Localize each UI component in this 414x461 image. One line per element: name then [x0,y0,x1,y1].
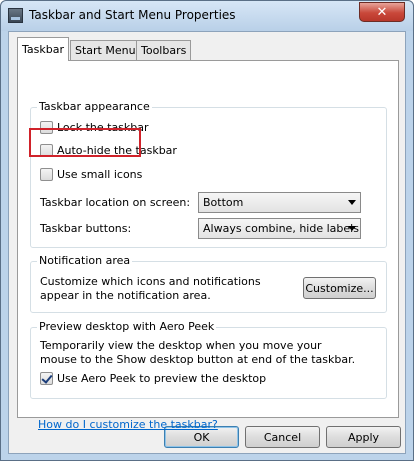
aero-peek-checkbox[interactable] [40,372,53,385]
aero-peek-description: Temporarily view the desktop when you mo… [40,339,356,366]
notification-area-group: Notification area Customize which icons … [30,254,387,313]
taskbar-buttons-value: Always combine, hide labels [203,222,359,235]
small-icons-checkbox[interactable] [40,168,53,181]
lock-taskbar-label: Lock the taskbar [57,121,149,134]
autohide-taskbar-checkbox[interactable] [40,144,53,157]
help-link[interactable]: How do I customize the taskbar? [38,418,218,431]
taskbar-appearance-group: Taskbar appearance Lock the taskbar Auto… [30,100,387,248]
taskbar-location-value: Bottom [203,196,244,209]
close-icon: ✕ [376,4,388,20]
taskbar-tab-panel: Taskbar appearance Lock the taskbar Auto… [17,60,399,431]
apply-button[interactable]: Apply [326,426,401,448]
cancel-button[interactable]: Cancel [245,426,320,448]
buttons-label: Taskbar buttons: [40,222,132,235]
dialog-client: Taskbar Start Menu Toolbars Taskbar appe… [8,31,406,454]
tab-taskbar[interactable]: Taskbar [17,37,69,61]
aero-peek-group: Preview desktop with Aero Peek Temporari… [30,320,387,399]
lock-taskbar-row[interactable]: Lock the taskbar [40,121,149,134]
lock-taskbar-checkbox[interactable] [40,121,53,134]
aero-peek-row[interactable]: Use Aero Peek to preview the desktop [40,372,266,385]
small-icons-row[interactable]: Use small icons [40,168,142,181]
small-icons-label: Use small icons [57,168,143,181]
taskbar-buttons-select[interactable]: Always combine, hide labels [198,218,361,239]
chevron-down-icon [348,200,356,205]
aero-peek-label: Use Aero Peek to preview the desktop [57,372,267,385]
customize-button[interactable]: Customize... [303,277,376,299]
location-label: Taskbar location on screen: [40,196,191,209]
group-title-peek: Preview desktop with Aero Peek [37,320,217,333]
autohide-taskbar-row[interactable]: Auto-hide the taskbar [40,144,177,157]
tab-start-menu[interactable]: Start Menu [70,40,141,60]
group-title-appearance: Taskbar appearance [37,100,152,113]
close-button[interactable]: ✕ [359,2,405,22]
taskbar-location-select[interactable]: Bottom [198,192,361,213]
properties-window: Taskbar and Start Menu Properties ✕ Task… [0,0,414,461]
autohide-taskbar-label: Auto-hide the taskbar [57,144,177,157]
taskbar-icon [8,8,23,23]
notification-description: Customize which icons and notifications … [40,275,261,302]
group-title-notification: Notification area [37,254,133,267]
tab-toolbars[interactable]: Toolbars [136,40,192,60]
window-title: Taskbar and Start Menu Properties [29,8,236,22]
chevron-down-icon [348,226,356,231]
title-bar[interactable]: Taskbar and Start Menu Properties ✕ [1,1,413,31]
